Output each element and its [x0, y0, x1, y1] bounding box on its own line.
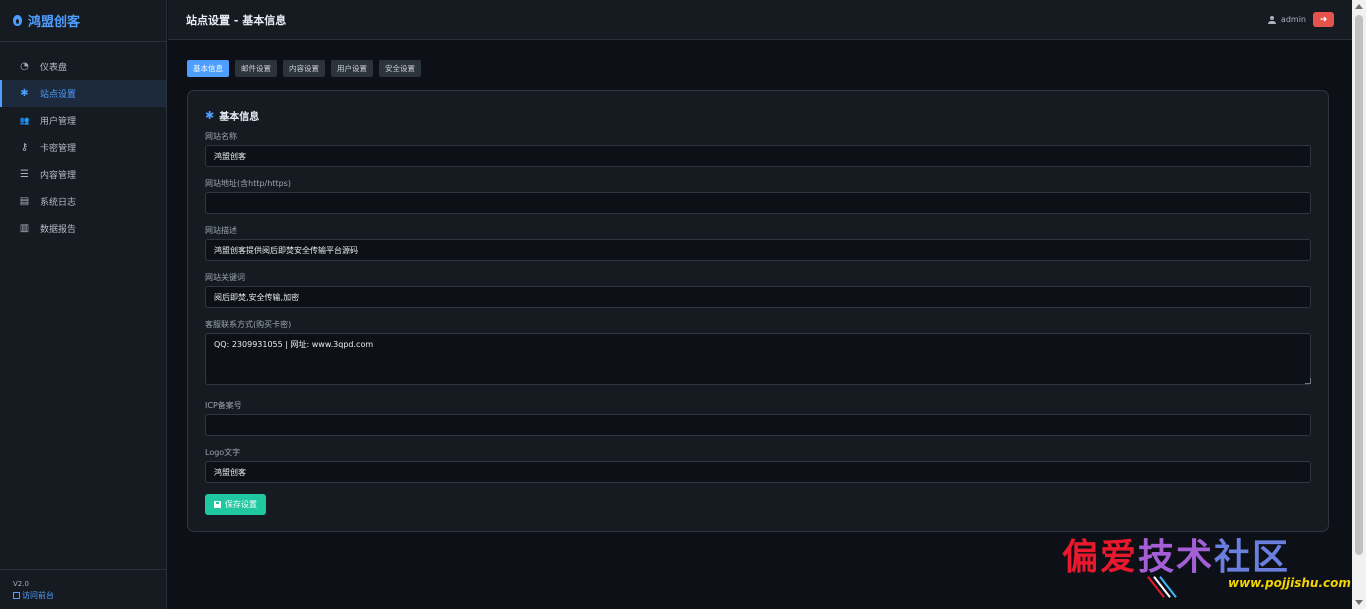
watermark-text: 偏爱技术社区: [1062, 528, 1290, 580]
watermark-url: www.pojjishu.com: [1228, 576, 1351, 590]
username: admin: [1280, 15, 1306, 24]
page-title: 站点设置 - 基本信息: [186, 13, 287, 27]
site-desc-input[interactable]: [205, 239, 1311, 261]
settings-tabs: 基本信息 邮件设置 内容设置 用户设置 安全设置: [187, 60, 427, 77]
save-settings-label: 保存设置: [225, 500, 257, 509]
icp-input[interactable]: [205, 414, 1311, 436]
file-icon: ▥: [19, 222, 30, 234]
basic-info-card: ✱ 基本信息 网站名称 网站地址(含http/https) 网站描述 网站关键词…: [187, 90, 1329, 532]
save-icon: [214, 501, 221, 508]
section-title-text: 基本信息: [219, 112, 260, 123]
logo-text-input[interactable]: [205, 461, 1311, 483]
database-icon: ☰: [20, 168, 29, 180]
tab-basic-info[interactable]: 基本信息: [187, 60, 229, 77]
save-settings-button[interactable]: 保存设置: [205, 494, 266, 515]
watermark: 偏爱技术社区 www.pojjishu.com: [1062, 528, 1362, 603]
tab-content-settings[interactable]: 内容设置: [283, 60, 325, 77]
watermark-text-part: 偏爱: [1062, 536, 1139, 578]
scrollbar-thumb[interactable]: [1355, 15, 1363, 555]
key-icon: ⚷: [20, 141, 29, 153]
resize-handle[interactable]: [1305, 378, 1311, 384]
sidebar-item-dashboard[interactable]: ◔ 仪表盘: [0, 53, 166, 80]
sidebar-item-label: 内容管理: [40, 171, 77, 181]
site-keywords-input[interactable]: [205, 286, 1311, 308]
sidebar-item-label: 用户管理: [40, 117, 77, 127]
site-name-label: 网站名称: [205, 132, 237, 141]
site-name-input[interactable]: [205, 145, 1311, 167]
clipboard-icon: ▤: [19, 195, 30, 207]
version-label: V2.0: [13, 580, 29, 588]
sidebar-item-logs[interactable]: ▤ 系统日志: [0, 188, 166, 215]
contact-textarea[interactable]: QQ: 2309931055 | 网址: www.3qpd.com: [205, 333, 1311, 385]
site-desc-label: 网站描述: [205, 226, 237, 235]
gear-icon: ✱: [20, 87, 29, 99]
gear-icon: ✱: [205, 109, 215, 122]
site-url-label: 网站地址(含http/https): [205, 179, 291, 188]
watermark-text-part: 技术: [1138, 536, 1215, 578]
brand-name: 鸿盟创客: [28, 15, 81, 30]
top-header: 站点设置 - 基本信息 admin ➜: [168, 0, 1352, 40]
sidebar-item-label: 卡密管理: [40, 144, 77, 154]
watermark-text-part: 社区: [1214, 536, 1291, 578]
contact-label: 客服联系方式(购买卡密): [205, 320, 292, 329]
sidebar-item-label: 系统日志: [40, 198, 77, 208]
sidebar-item-label: 站点设置: [40, 90, 77, 100]
user-menu: admin ➜: [1267, 12, 1334, 27]
fire-icon: [13, 15, 22, 26]
sidebar: 鸿盟创客 ◔ 仪表盘 ✱ 站点设置 👥 用户管理 ⚷ 卡密管理 ☰ 内容管理 ▤…: [0, 0, 167, 609]
sidebar-footer: V2.0 访问前台: [0, 569, 167, 609]
site-keywords-label: 网站关键词: [205, 273, 245, 282]
logo-text-label: Logo文字: [205, 448, 241, 457]
visit-frontend-label: 访问前台: [22, 591, 54, 600]
sidebar-item-site-settings[interactable]: ✱ 站点设置: [0, 80, 166, 107]
users-icon: 👥: [19, 115, 30, 125]
tab-security-settings[interactable]: 安全设置: [379, 60, 421, 77]
scroll-down-arrow-icon[interactable]: [1355, 600, 1363, 605]
scroll-up-arrow-icon[interactable]: [1355, 4, 1363, 9]
sidebar-item-content[interactable]: ☰ 内容管理: [0, 161, 166, 188]
sidebar-item-users[interactable]: 👥 用户管理: [0, 107, 166, 134]
visit-frontend-link[interactable]: 访问前台: [13, 590, 167, 601]
sidebar-item-card-keys[interactable]: ⚷ 卡密管理: [0, 134, 166, 161]
sidebar-item-reports[interactable]: ▥ 数据报告: [0, 215, 166, 242]
tab-user-settings[interactable]: 用户设置: [331, 60, 373, 77]
brand[interactable]: 鸿盟创客: [0, 0, 166, 42]
sidebar-item-label: 数据报告: [40, 225, 77, 235]
sign-out-icon: ➜: [1319, 14, 1328, 25]
sidebar-nav: ◔ 仪表盘 ✱ 站点设置 👥 用户管理 ⚷ 卡密管理 ☰ 内容管理 ▤ 系统日志…: [0, 53, 166, 242]
logout-button[interactable]: ➜: [1313, 12, 1334, 27]
external-link-icon: [13, 592, 20, 599]
page-scrollbar[interactable]: [1352, 0, 1366, 609]
tab-email-settings[interactable]: 邮件设置: [235, 60, 277, 77]
section-title: ✱ 基本信息: [205, 108, 259, 123]
icp-label: ICP备案号: [205, 401, 242, 410]
sidebar-item-label: 仪表盘: [40, 63, 68, 73]
user-icon: [1267, 15, 1278, 24]
site-url-input[interactable]: [205, 192, 1311, 214]
dashboard-icon: ◔: [20, 60, 29, 72]
